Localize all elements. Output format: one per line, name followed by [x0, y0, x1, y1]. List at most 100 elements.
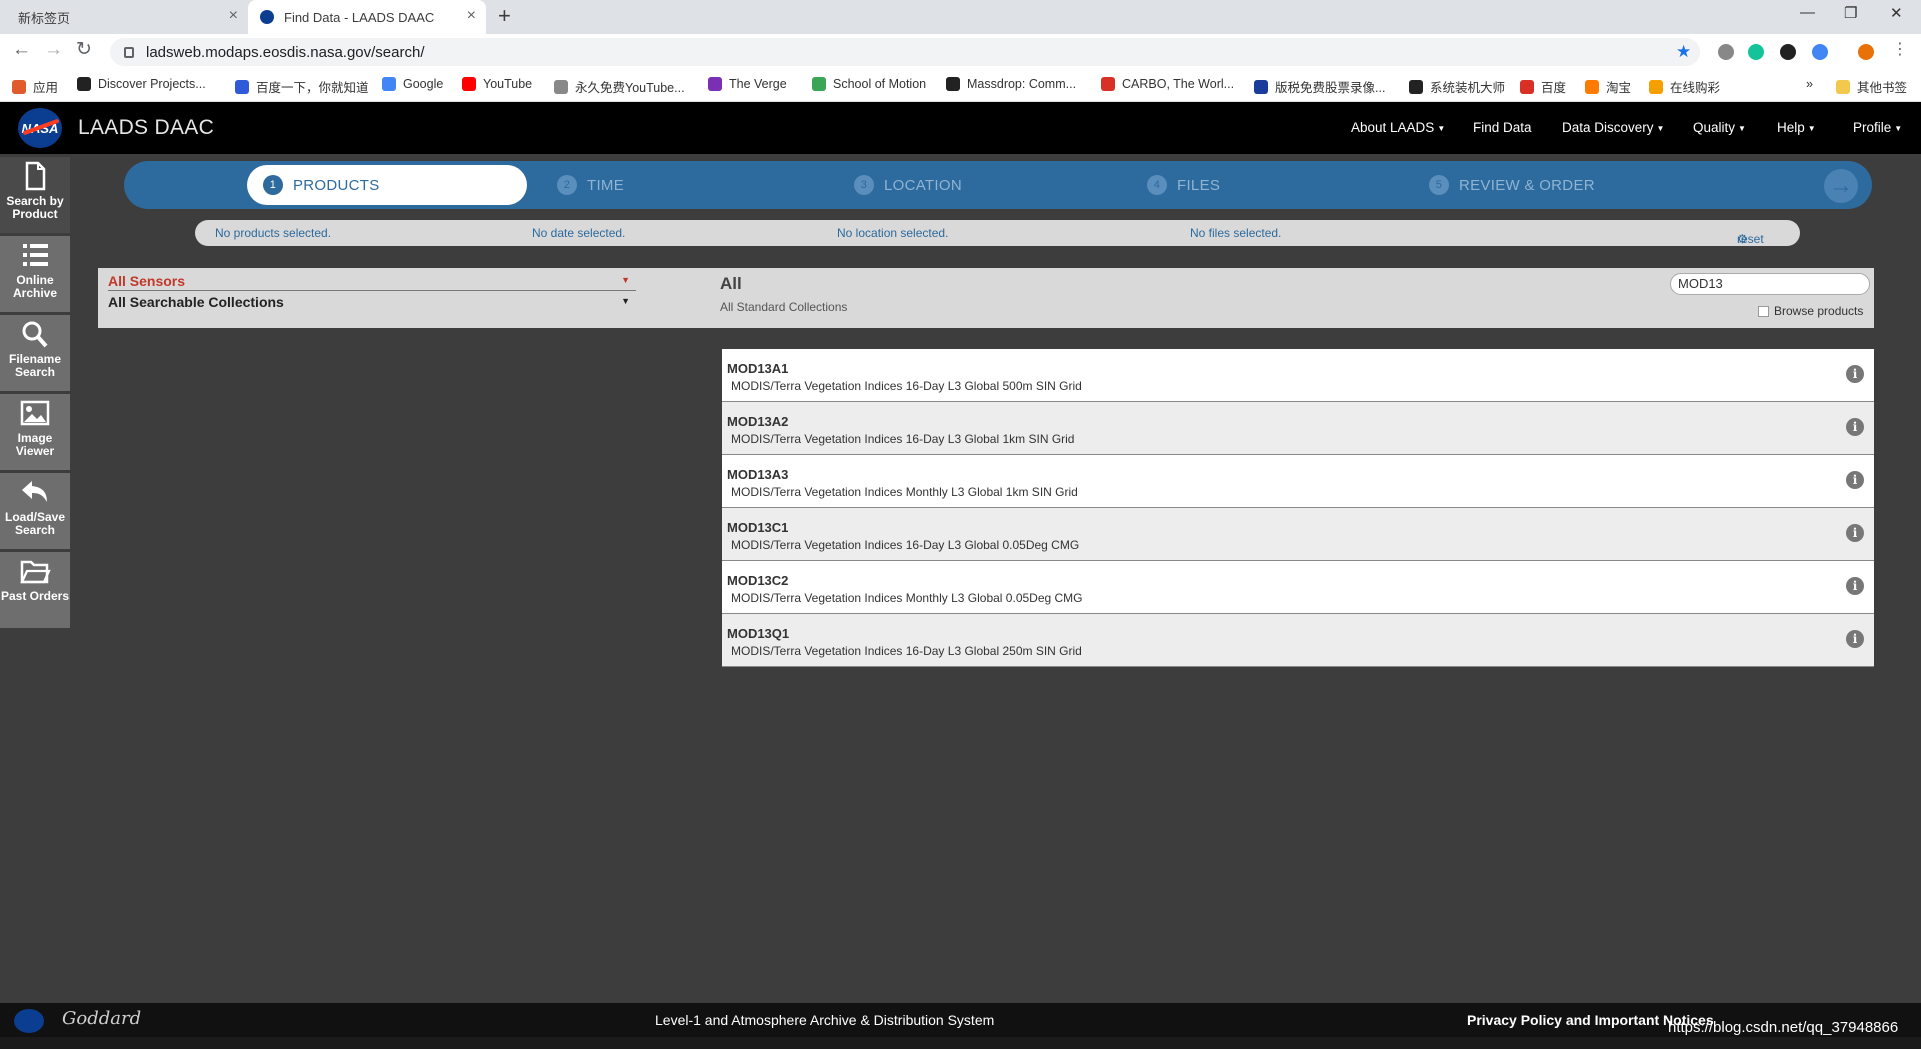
site-header: NASA LAADS DAAC About LAADS ▼ Find Data Dat… [0, 102, 1921, 154]
sidebar-item-label: Image Viewer [15, 431, 55, 458]
sidebar-item-image[interactable]: Image Viewer [0, 394, 70, 470]
bookmark-item[interactable]: School of Motion [812, 77, 926, 91]
bookmark-item[interactable]: Google [382, 77, 443, 91]
goddard-logo[interactable]: Goddard [62, 1008, 141, 1029]
info-icon[interactable]: i [1846, 524, 1864, 542]
info-icon[interactable]: i [1846, 630, 1864, 648]
collection-select-value: All Searchable Collections [108, 294, 284, 310]
browse-products-toggle[interactable]: Browse products [1758, 304, 1863, 318]
wizard-step-review-order[interactable]: 5 REVIEW & ORDER [1429, 161, 1595, 209]
wizard-step-time[interactable]: 2 TIME [557, 161, 624, 209]
profile-avatar-icon[interactable] [1858, 44, 1874, 60]
bookmark-item[interactable]: 永久免费YouTube... [554, 77, 685, 96]
summary-date: No date selected. [532, 226, 626, 240]
bookmarks-overflow-icon[interactable]: » [1806, 77, 1813, 91]
close-window-icon[interactable]: ✕ [1890, 4, 1903, 22]
grammarly-icon[interactable] [1748, 44, 1764, 60]
browser-tab-newtab[interactable]: 新标签页 × [0, 0, 248, 34]
next-step-arrow-icon[interactable]: → [1824, 169, 1858, 203]
product-row[interactable]: MOD13C2 MODIS/Terra Vegetation Indices Mo… [722, 561, 1874, 614]
other-bookmarks[interactable]: 其他书签 [1836, 77, 1907, 96]
product-description: MODIS/Terra Vegetation Indices 16-Day L3… [731, 432, 1075, 446]
sensor-select[interactable]: All Sensors ▼ [108, 273, 636, 291]
sidebar-item-search[interactable]: Filename Search [0, 315, 70, 391]
sidebar-item-document[interactable]: Search by Product [0, 157, 70, 233]
bookmark-item[interactable]: 淘宝 [1585, 77, 1631, 96]
other-bookmarks-label: 其他书签 [1857, 81, 1908, 95]
wizard-step-location[interactable]: 3 LOCATION [854, 161, 962, 209]
sensor-select-value: All Sensors [108, 273, 186, 289]
nasa-logo[interactable]: NASA [18, 108, 62, 148]
site-footer: Goddard Level-1 and Atmosphere Archive &… [0, 1003, 1921, 1037]
search-icon [0, 319, 70, 349]
wizard-step-files[interactable]: 4 FILES [1147, 161, 1220, 209]
info-icon[interactable]: i [1846, 577, 1864, 595]
bookmark-item[interactable]: 版税免费股票录像... [1254, 77, 1385, 96]
bookmark-item[interactable]: Discover Projects... [77, 77, 206, 91]
bookmark-item[interactable]: Massdrop: Comm... [946, 77, 1076, 91]
search-wizard: 5 REVIEW & ORDER 4 FILES 3 LOCATION 2 TIME 1 PROD… [124, 161, 1872, 209]
nav-help[interactable]: Help ▼ [1777, 120, 1816, 135]
summary-location: No location selected. [837, 226, 949, 240]
caret-down-icon: ▼ [1656, 123, 1665, 133]
product-row[interactable]: MOD13C1 MODIS/Terra Vegetation Indices 16… [722, 508, 1874, 561]
reload-icon[interactable]: ↻ [76, 40, 92, 60]
info-icon[interactable]: i [1846, 418, 1864, 436]
product-description: MODIS/Terra Vegetation Indices 16-Day L3… [731, 538, 1080, 552]
nav-about-laads[interactable]: About LAADS ▼ [1351, 120, 1445, 135]
bookmark-star-icon[interactable]: ★ [1676, 42, 1691, 62]
info-icon[interactable]: i [1846, 365, 1864, 383]
product-row[interactable]: MOD13A2 MODIS/Terra Vegetation Indices 16… [722, 402, 1874, 455]
sidebar-item-folder[interactable]: Past Orders [0, 552, 70, 628]
product-row[interactable]: MOD13Q1 MODIS/Terra Vegetation Indices 16… [722, 614, 1874, 667]
bookmark-favicon-icon [12, 79, 26, 94]
minimize-icon[interactable]: — [1800, 4, 1815, 21]
wizard-step-products[interactable]: 1 PRODUCTS [247, 165, 527, 205]
sidebar-item-label: Load/Save Search [4, 510, 66, 537]
bookmark-item[interactable]: 百度一下，你就知道 [235, 77, 369, 96]
bookmark-item[interactable]: 系统装机大师 [1409, 77, 1505, 96]
bookmark-label: Massdrop: Comm... [967, 77, 1077, 91]
bookmark-item[interactable]: 应用 [12, 77, 58, 96]
bookmark-favicon-icon [1101, 77, 1115, 91]
bookmark-item[interactable]: The Verge [708, 77, 787, 91]
bookmark-item[interactable]: CARBO, The Worl... [1101, 77, 1234, 91]
nav-find-data[interactable]: Find Data [1473, 120, 1532, 135]
close-tab-icon[interactable]: × [229, 8, 238, 24]
watermark-text: https://blog.csdn.net/qq_37948866 [1668, 1019, 1899, 1036]
bookmark-label: 淘宝 [1606, 81, 1632, 95]
bookmark-item[interactable]: YouTube [462, 77, 532, 91]
bookmark-label: 百度一下，你就知道 [256, 81, 369, 95]
bookmark-label: 应用 [33, 81, 59, 95]
product-row[interactable]: MOD13A1 MODIS/Terra Vegetation Indices 16… [722, 349, 1874, 402]
nav-data-discovery[interactable]: Data Discovery ▼ [1562, 120, 1664, 135]
product-row[interactable]: MOD13A3 MODIS/Terra Vegetation Indices Mo… [722, 455, 1874, 508]
menu-dots-icon[interactable]: ⋮ [1892, 40, 1908, 60]
back-icon[interactable]: ← [12, 40, 31, 60]
forward-icon[interactable]: → [44, 40, 63, 60]
bookmark-favicon-icon [1520, 79, 1534, 94]
info-icon[interactable]: i [1846, 471, 1864, 489]
extension-icon[interactable] [1780, 44, 1796, 60]
close-tab-icon[interactable]: × [467, 8, 476, 24]
browser-tab-find-data[interactable]: Find Data - LAADS DAAC × [248, 0, 486, 34]
extension-icon[interactable] [1718, 44, 1734, 60]
bookmark-item[interactable]: 百度 [1520, 77, 1566, 96]
browser-tab-bar: 新标签页 × Find Data - LAADS DAAC × + — ❐ ✕ [0, 0, 1921, 34]
browse-products-checkbox[interactable] [1758, 305, 1769, 317]
site-title[interactable]: LAADS DAAC [78, 116, 214, 140]
new-tab-button[interactable]: + [498, 4, 511, 28]
sidebar-item-list[interactable]: Online Archive [0, 236, 70, 312]
restore-icon[interactable]: ❐ [1844, 4, 1857, 22]
nav-profile[interactable]: Profile ▼ [1853, 120, 1902, 135]
nav-quality[interactable]: Quality ▼ [1693, 120, 1746, 135]
nasa-footer-logo[interactable] [14, 1009, 44, 1033]
extension-icon[interactable] [1812, 44, 1828, 60]
bookmark-label: 版税免费股票录像... [1275, 81, 1386, 95]
product-description: MODIS/Terra Vegetation Indices 16-Day L3… [731, 644, 1082, 658]
product-search-input[interactable]: MOD13 [1670, 273, 1870, 295]
url-field[interactable]: ladsweb.modaps.eosdis.nasa.gov/search/ [110, 38, 1700, 66]
sidebar-item-reply[interactable]: Load/Save Search [0, 473, 70, 549]
bookmark-item[interactable]: 在线购彩 [1649, 77, 1720, 96]
collection-select[interactable]: All Searchable Collections ▼ [108, 294, 636, 310]
